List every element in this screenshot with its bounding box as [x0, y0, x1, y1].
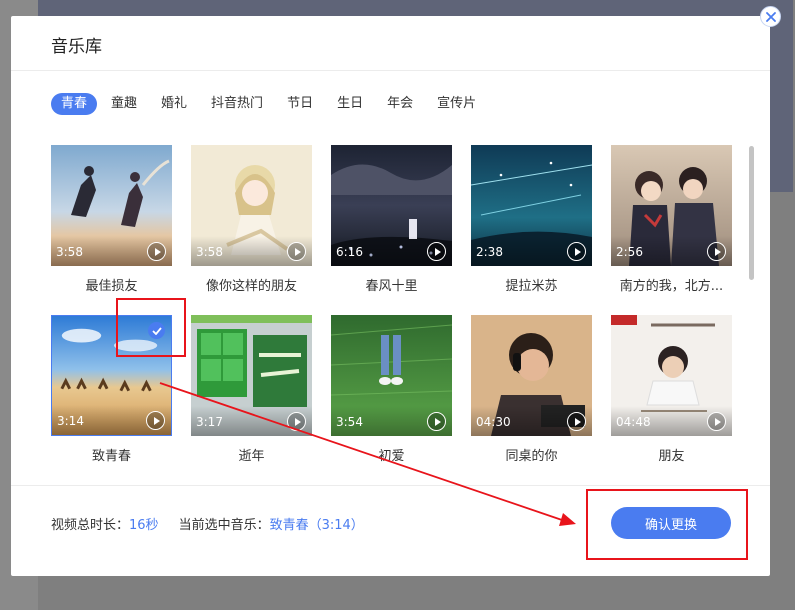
song-duration: 6:16	[336, 245, 363, 259]
song-card[interactable]: 3:54 初爱	[331, 315, 452, 464]
tab-nianhui[interactable]: 年会	[377, 93, 423, 115]
footer-info: 视频总时长：16秒 当前选中音乐：致青春（3:14）	[51, 514, 364, 533]
tab-qingchun[interactable]: 青春	[51, 93, 98, 115]
song-title: 最佳损友	[85, 279, 138, 294]
scrollbar-thumb[interactable]	[749, 146, 754, 280]
song-title: 逝年	[238, 449, 265, 464]
song-title: 像你这样的朋友	[205, 279, 297, 294]
song-thumbnail[interactable]: 3:58	[51, 145, 172, 266]
song-thumbnail[interactable]: 2:38	[471, 145, 592, 266]
song-card[interactable]: 2:38 提拉米苏	[471, 145, 592, 294]
tab-jieri[interactable]: 节日	[277, 93, 323, 115]
song-title: 朋友	[658, 449, 685, 464]
song-duration: 3:58	[56, 245, 83, 259]
video-duration-value: 16秒	[129, 518, 159, 533]
song-title: 致青春	[91, 449, 131, 464]
play-icon[interactable]	[147, 242, 166, 261]
tab-xuanchuanpian[interactable]: 宣传片	[427, 93, 486, 115]
dialog-title: 音乐库	[51, 37, 102, 57]
footer-divider	[11, 485, 770, 486]
song-thumbnail[interactable]: 04:30	[471, 315, 592, 436]
song-thumbnail[interactable]: 2:56	[611, 145, 732, 266]
song-duration: 2:38	[476, 245, 503, 259]
song-thumbnail[interactable]: 04:48	[611, 315, 732, 436]
song-thumbnail[interactable]: 3:54	[331, 315, 452, 436]
play-icon[interactable]	[427, 412, 446, 431]
song-title: 春风十里	[365, 279, 418, 294]
play-icon[interactable]	[567, 412, 586, 431]
current-music-value: 致青春（3:14）	[269, 518, 364, 533]
song-duration: 3:14	[57, 414, 84, 428]
song-card[interactable]: 6:16 春风十里	[331, 145, 452, 294]
confirm-replace-button[interactable]: 确认更换	[611, 507, 731, 539]
checkmark-icon	[148, 322, 165, 339]
song-thumbnail[interactable]: 6:16	[331, 145, 452, 266]
song-title: 南方的我，北方...	[619, 279, 724, 294]
category-tabs: 青春 童趣 婚礼 抖音热门 节日 生日 年会 宣传片	[51, 92, 490, 116]
song-card-selected[interactable]: 3:14 致青春	[51, 315, 172, 464]
tab-hunli[interactable]: 婚礼	[151, 93, 197, 115]
video-duration-label: 视频总时长：	[51, 518, 130, 533]
song-card[interactable]: 3:58 像你这样的朋友	[191, 145, 312, 294]
play-icon[interactable]	[707, 242, 726, 261]
song-title: 初爱	[378, 449, 405, 464]
play-icon[interactable]	[707, 412, 726, 431]
song-duration: 3:54	[336, 415, 363, 429]
play-icon[interactable]	[567, 242, 586, 261]
song-card[interactable]: 3:17 逝年	[191, 315, 312, 464]
song-title: 同桌的你	[505, 449, 558, 464]
song-card[interactable]: 2:56 南方的我，北方...	[611, 145, 732, 294]
song-card[interactable]: 04:30 同桌的你	[471, 315, 592, 464]
song-grid: 3:58 最佳损友 3:58 像你这样的朋友 6:16 春风十里 2:38 提拉…	[51, 145, 741, 481]
song-duration: 2:56	[616, 245, 643, 259]
song-duration: 04:30	[476, 415, 511, 429]
song-thumbnail[interactable]: 3:17	[191, 315, 312, 436]
song-thumbnail[interactable]: 3:14	[51, 315, 172, 436]
song-card[interactable]: 04:48 朋友	[611, 315, 732, 464]
song-duration: 3:17	[196, 415, 223, 429]
close-icon	[765, 11, 776, 22]
song-thumbnail[interactable]: 3:58	[191, 145, 312, 266]
song-duration: 04:48	[616, 415, 651, 429]
tab-douyin[interactable]: 抖音热门	[201, 93, 273, 115]
song-duration: 3:58	[196, 245, 223, 259]
play-icon[interactable]	[427, 242, 446, 261]
song-title: 提拉米苏	[505, 279, 558, 294]
current-music-label: 当前选中音乐：	[178, 518, 270, 533]
tab-tongqu[interactable]: 童趣	[101, 93, 147, 115]
song-card[interactable]: 3:58 最佳损友	[51, 145, 172, 294]
tab-shengri[interactable]: 生日	[327, 93, 373, 115]
play-icon[interactable]	[146, 411, 165, 430]
close-button[interactable]	[760, 6, 781, 27]
play-icon[interactable]	[287, 412, 306, 431]
music-library-dialog: 音乐库 青春 童趣 婚礼 抖音热门 节日 生日 年会 宣传片 3:58 最佳损友…	[11, 16, 770, 576]
header-divider	[11, 70, 770, 71]
play-icon[interactable]	[287, 242, 306, 261]
